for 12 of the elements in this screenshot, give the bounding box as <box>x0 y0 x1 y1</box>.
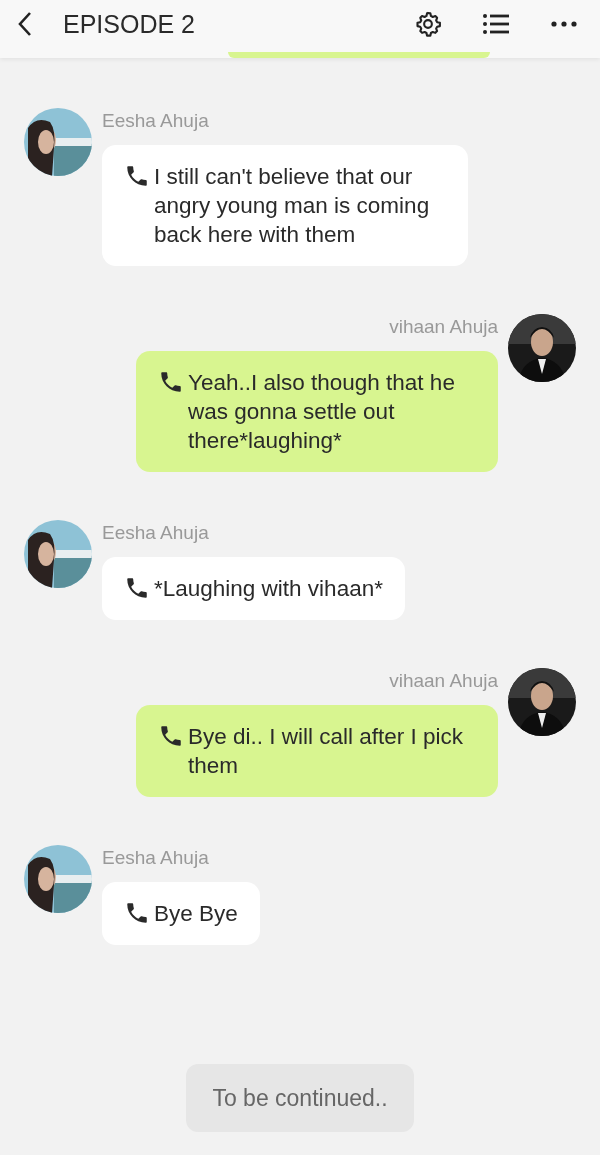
message-text: Bye di.. I will call after I pick them <box>188 723 465 780</box>
sender-name: Eesha Ahuja <box>102 110 210 132</box>
sender-name: vihaan Ahuja <box>389 316 498 338</box>
sender-name: Eesha Ahuja <box>102 522 210 544</box>
message-text: Yeah..I also though that he was gonna settle out there*laughing* <box>188 369 456 455</box>
message-text: *Laughing with vihaan* <box>154 575 383 603</box>
continued-label: To be continued.. <box>186 1064 414 1132</box>
sender-name: Eesha Ahuja <box>102 847 210 869</box>
message-text: I still can't believe that our angry young man is coming back here with them <box>154 163 431 249</box>
episode-title: EPISODE 2 <box>63 9 195 39</box>
message-text: Bye Bye <box>154 900 238 928</box>
sender-name: vihaan Ahuja <box>389 670 498 692</box>
